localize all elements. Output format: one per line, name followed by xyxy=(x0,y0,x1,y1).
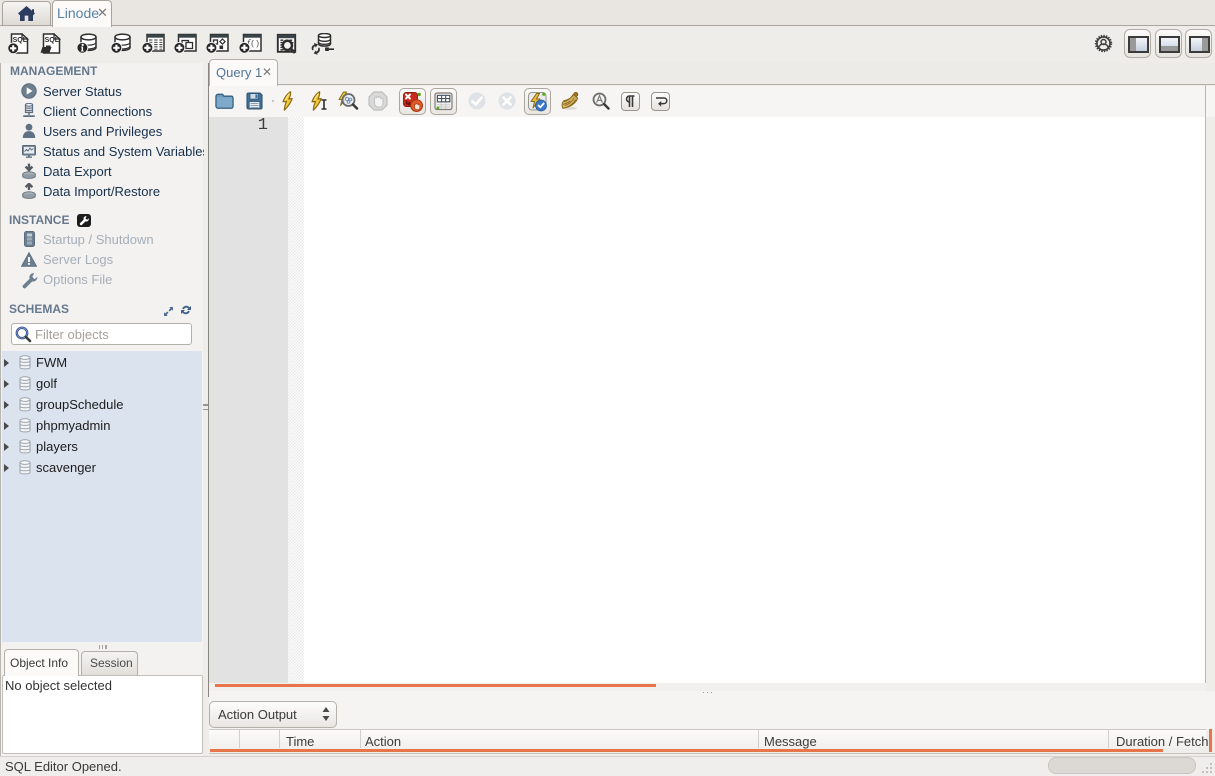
svg-text:SQL: SQL xyxy=(45,37,60,44)
svg-text:( ): ( ) xyxy=(251,38,259,48)
